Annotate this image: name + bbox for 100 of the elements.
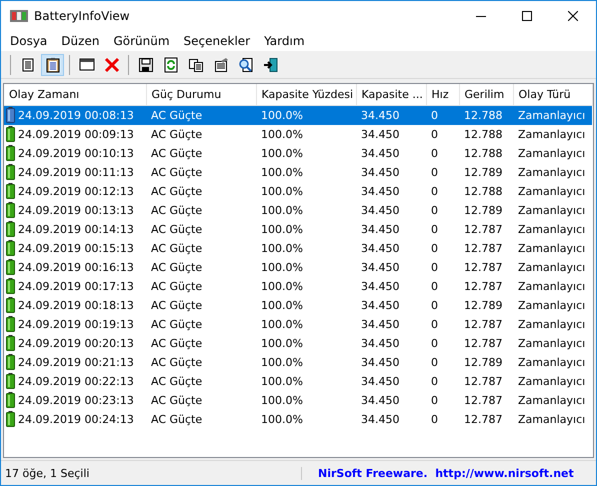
table-cell: 24.09.2019 00:22:13: [18, 374, 134, 388]
table-cell: 12.789: [464, 356, 502, 368]
table-cell: Zamanlayıcı: [518, 184, 586, 198]
battery-icon: [6, 202, 15, 218]
refresh-icon: [162, 56, 178, 72]
table-cell: 0: [431, 280, 438, 292]
table-cell: 100.0%: [261, 108, 303, 122]
table-cell: AC Güçte: [151, 374, 202, 388]
menu-item[interactable]: Düzen: [54, 34, 106, 48]
table-cell: 24.09.2019 00:10:13: [18, 146, 134, 160]
battery-icon: [6, 373, 15, 389]
table-cell: Zamanlayıcı: [518, 298, 586, 312]
table-cell: 34.450: [361, 166, 400, 178]
table-cell: 12.789: [464, 298, 502, 312]
table-cell: 100.0%: [261, 146, 303, 160]
table-cell: 34.450: [361, 146, 400, 160]
table-cell: 100.0%: [261, 374, 303, 388]
table-cell: AC Güçte: [151, 166, 202, 178]
table-cell: 100.0%: [261, 412, 303, 426]
table-cell: 24.09.2019 00:18:13: [18, 298, 134, 312]
table-cell: AC Güçte: [151, 298, 202, 312]
table-cell: 100.0%: [261, 204, 303, 216]
table-cell: 24.09.2019 00:12:13: [18, 184, 134, 198]
table-cell: AC Güçte: [151, 184, 202, 198]
table-cell: 100.0%: [261, 336, 303, 350]
table-row[interactable]: 24.09.2019 00:09:13 AC Güçte 100.0% 34.450 0 12.788 Zamanlayıcı: [4, 124, 592, 144]
clipboard-icon: [44, 56, 60, 72]
table-cell: 100.0%: [261, 394, 303, 406]
table-cell: 12.788: [464, 184, 502, 198]
battery-icon: [6, 354, 15, 370]
table-cell: 0: [431, 242, 438, 254]
table-cell: 0: [431, 374, 438, 388]
table-cell: 0: [431, 108, 438, 122]
table-cell: Zamanlayıcı: [518, 374, 586, 388]
table-cell: 24.09.2019 00:13:13: [18, 204, 134, 216]
table-cell: 24.09.2019 00:15:13: [18, 242, 134, 254]
app-icon: [10, 9, 28, 23]
table-cell: 12.787: [464, 260, 502, 274]
menu-item[interactable]: Görünüm: [106, 34, 177, 48]
table-cell: 0: [431, 412, 438, 426]
window-icon: [78, 56, 94, 72]
table-cell: 24.09.2019 00:16:13: [18, 260, 134, 274]
battery-icon: [6, 126, 15, 142]
table-cell: 24.09.2019 00:21:13: [18, 356, 134, 368]
battery-icon: [6, 278, 15, 294]
table-cell: 0: [431, 204, 438, 216]
table-cell: Zamanlayıcı: [518, 242, 586, 254]
table-cell: 24.09.2019 00:19:13: [18, 318, 134, 330]
table-cell: 0: [431, 298, 438, 312]
table-cell: 0: [431, 222, 438, 236]
battery-icon: [6, 335, 15, 351]
table-cell: Zamanlayıcı: [518, 146, 586, 160]
table-cell: Zamanlayıcı: [518, 222, 586, 236]
table-cell: 12.789: [464, 166, 502, 178]
table-cell: 24.09.2019 00:24:13: [18, 412, 134, 426]
table-cell: 34.450: [361, 242, 400, 254]
table-cell: 0: [431, 356, 438, 368]
table-cell: 24.09.2019 00:08:13: [18, 108, 134, 122]
document-icon: [212, 56, 228, 72]
table-cell: 0: [431, 318, 438, 330]
table-cell: 12.787: [464, 222, 502, 236]
table-cell: AC Güçte: [151, 318, 202, 330]
table-cell: AC Güçte: [151, 356, 202, 368]
table-cell: 34.450: [361, 374, 400, 388]
battery-icon: [6, 221, 15, 237]
table-cell: 12.787: [464, 374, 502, 388]
table-cell: 12.787: [464, 394, 502, 406]
table-cell: 34.450: [361, 184, 400, 198]
toolbar-button[interactable]: [41, 54, 64, 76]
table-cell: 34.450: [361, 356, 400, 368]
menu-item[interactable]: Dosya: [3, 34, 54, 48]
menu-item[interactable]: Seçenekler: [176, 34, 258, 48]
table-cell: 34.450: [361, 412, 400, 426]
table-cell: 34.450: [361, 336, 400, 350]
table-cell: 0: [431, 146, 438, 160]
table-cell: Zamanlayıcı: [518, 412, 586, 426]
table-cell: 24.09.2019 00:23:13: [18, 394, 134, 406]
table-cell: AC Güçte: [151, 108, 202, 122]
battery-icon: [6, 107, 15, 124]
table-cell: 0: [431, 166, 438, 178]
menu-item[interactable]: Yardım: [257, 34, 312, 48]
table-cell: AC Güçte: [151, 204, 202, 216]
table-cell: Zamanlayıcı: [518, 204, 586, 216]
battery-icon: [6, 297, 15, 313]
maximize-icon: [522, 11, 532, 21]
table-cell: 12.788: [464, 146, 502, 160]
table-cell: 0: [431, 336, 438, 350]
battery-icon: [6, 164, 15, 180]
exit-icon: [262, 56, 278, 72]
table-cell: 34.450: [361, 394, 400, 406]
status-text: 17 öğe, 1 Seçili: [1, 466, 302, 480]
table-cell: 34.450: [361, 108, 400, 122]
table-cell: AC Güçte: [151, 336, 202, 350]
table-cell: Zamanlayıcı: [518, 394, 586, 406]
table-cell: 12.787: [464, 412, 502, 426]
battery-icon: [6, 411, 15, 427]
credit-link[interactable]: NirSoft Freeware. http://www.nirsoft.net: [302, 466, 574, 480]
table-cell: 24.09.2019 00:17:13: [18, 280, 134, 292]
table-cell: Zamanlayıcı: [518, 318, 586, 330]
table-cell: 100.0%: [261, 260, 303, 274]
